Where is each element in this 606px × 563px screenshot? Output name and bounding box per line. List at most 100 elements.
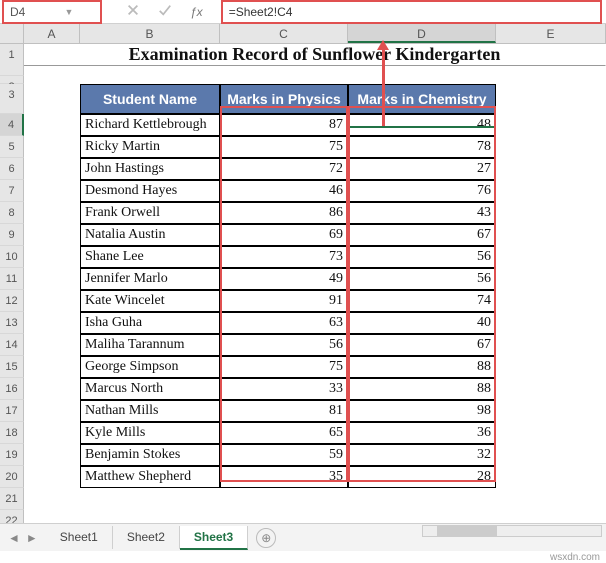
- row-header-9[interactable]: 9: [0, 224, 24, 246]
- col-header-c[interactable]: C: [220, 24, 348, 43]
- cell-physics-19[interactable]: 59: [220, 444, 348, 466]
- cell-chem-10[interactable]: 56: [348, 246, 496, 268]
- cell-physics-17[interactable]: 81: [220, 400, 348, 422]
- cell-a18[interactable]: [24, 422, 80, 444]
- enter-icon[interactable]: [158, 3, 172, 20]
- cell-name-5[interactable]: Ricky Martin: [80, 136, 220, 158]
- cell-chem-4[interactable]: 48: [348, 114, 496, 136]
- cell-e10[interactable]: [496, 246, 606, 268]
- cell-chem-14[interactable]: 67: [348, 334, 496, 356]
- cell-chem-15[interactable]: 88: [348, 356, 496, 378]
- cell-name-18[interactable]: Kyle Mills: [80, 422, 220, 444]
- col-header-d[interactable]: D: [348, 24, 496, 43]
- tab-next-icon[interactable]: ►: [26, 531, 38, 545]
- name-box[interactable]: ▼: [2, 0, 102, 24]
- scrollbar-thumb[interactable]: [437, 526, 497, 536]
- row-header-13[interactable]: 13: [0, 312, 24, 334]
- cell-physics-18[interactable]: 65: [220, 422, 348, 444]
- cell-e8[interactable]: [496, 202, 606, 224]
- cell-physics-9[interactable]: 69: [220, 224, 348, 246]
- cell-a8[interactable]: [24, 202, 80, 224]
- cell-a12[interactable]: [24, 290, 80, 312]
- cell-a4[interactable]: [24, 114, 80, 136]
- row-header-15[interactable]: 15: [0, 356, 24, 378]
- cell-a5[interactable]: [24, 136, 80, 158]
- row-header-2[interactable]: 2: [0, 76, 24, 84]
- row-header-10[interactable]: 10: [0, 246, 24, 268]
- row-header-14[interactable]: 14: [0, 334, 24, 356]
- cell-a13[interactable]: [24, 312, 80, 334]
- cell-chem-16[interactable]: 88: [348, 378, 496, 400]
- cell-name-14[interactable]: Maliha Tarannum: [80, 334, 220, 356]
- cell-chem-20[interactable]: 28: [348, 466, 496, 488]
- cell-chem-12[interactable]: 74: [348, 290, 496, 312]
- cell-physics-5[interactable]: 75: [220, 136, 348, 158]
- row-header-20[interactable]: 20: [0, 466, 24, 488]
- cell-a14[interactable]: [24, 334, 80, 356]
- cell-name-15[interactable]: George Simpson: [80, 356, 220, 378]
- cell-name-12[interactable]: Kate Wincelet: [80, 290, 220, 312]
- cell-physics-15[interactable]: 75: [220, 356, 348, 378]
- row-header-5[interactable]: 5: [0, 136, 24, 158]
- cell-e16[interactable]: [496, 378, 606, 400]
- row-header-7[interactable]: 7: [0, 180, 24, 202]
- cell-e5[interactable]: [496, 136, 606, 158]
- cell-physics-8[interactable]: 86: [220, 202, 348, 224]
- cell-e6[interactable]: [496, 158, 606, 180]
- cell-physics-11[interactable]: 49: [220, 268, 348, 290]
- horizontal-scrollbar[interactable]: [422, 525, 602, 537]
- row-header-21[interactable]: 21: [0, 488, 24, 510]
- row-header-16[interactable]: 16: [0, 378, 24, 400]
- cell-chem-6[interactable]: 27: [348, 158, 496, 180]
- header-chemistry[interactable]: Marks in Chemistry: [348, 84, 496, 114]
- cell-e13[interactable]: [496, 312, 606, 334]
- cell-name-16[interactable]: Marcus North: [80, 378, 220, 400]
- cell-e4[interactable]: [496, 114, 606, 136]
- cell-name-9[interactable]: Natalia Austin: [80, 224, 220, 246]
- row-header-12[interactable]: 12: [0, 290, 24, 312]
- cell-e18[interactable]: [496, 422, 606, 444]
- fx-icon[interactable]: ƒx: [190, 5, 203, 19]
- tab-prev-icon[interactable]: ◄: [8, 531, 20, 545]
- row-header-8[interactable]: 8: [0, 202, 24, 224]
- row-header-17[interactable]: 17: [0, 400, 24, 422]
- cell-name-17[interactable]: Nathan Mills: [80, 400, 220, 422]
- cell-name-11[interactable]: Jennifer Marlo: [80, 268, 220, 290]
- cell-a6[interactable]: [24, 158, 80, 180]
- cell-e20[interactable]: [496, 466, 606, 488]
- new-sheet-button[interactable]: ⊕: [256, 528, 276, 548]
- formula-field[interactable]: [221, 0, 602, 24]
- cell-e15[interactable]: [496, 356, 606, 378]
- name-box-dropdown[interactable]: ▼: [62, 7, 76, 17]
- cell-chem-13[interactable]: 40: [348, 312, 496, 334]
- cell-a15[interactable]: [24, 356, 80, 378]
- cell-e7[interactable]: [496, 180, 606, 202]
- cell-a10[interactable]: [24, 246, 80, 268]
- tab-sheet1[interactable]: Sheet1: [46, 526, 113, 549]
- tab-sheet3[interactable]: Sheet3: [180, 526, 248, 550]
- cell-e12[interactable]: [496, 290, 606, 312]
- formula-input[interactable]: [223, 4, 600, 20]
- cell-physics-4[interactable]: 87: [220, 114, 348, 136]
- cell-name-10[interactable]: Shane Lee: [80, 246, 220, 268]
- name-box-input[interactable]: [4, 2, 62, 22]
- cell-name-8[interactable]: Frank Orwell: [80, 202, 220, 224]
- row-header-4[interactable]: 4: [0, 114, 24, 136]
- cell-chem-5[interactable]: 78: [348, 136, 496, 158]
- cell-name-6[interactable]: John Hastings: [80, 158, 220, 180]
- cell-physics-20[interactable]: 35: [220, 466, 348, 488]
- cell-e19[interactable]: [496, 444, 606, 466]
- row-header-1[interactable]: 1: [0, 44, 24, 76]
- header-name[interactable]: Student Name: [80, 84, 220, 114]
- cell-physics-6[interactable]: 72: [220, 158, 348, 180]
- cell-name-7[interactable]: Desmond Hayes: [80, 180, 220, 202]
- cell-name-20[interactable]: Matthew Shepherd: [80, 466, 220, 488]
- cell-name-13[interactable]: Isha Guha: [80, 312, 220, 334]
- tab-sheet2[interactable]: Sheet2: [113, 526, 180, 549]
- cell-chem-17[interactable]: 98: [348, 400, 496, 422]
- header-physics[interactable]: Marks in Physics: [220, 84, 348, 114]
- cell-physics-16[interactable]: 33: [220, 378, 348, 400]
- tab-nav[interactable]: ◄ ►: [0, 531, 46, 545]
- cell-physics-7[interactable]: 46: [220, 180, 348, 202]
- cancel-icon[interactable]: [126, 3, 140, 20]
